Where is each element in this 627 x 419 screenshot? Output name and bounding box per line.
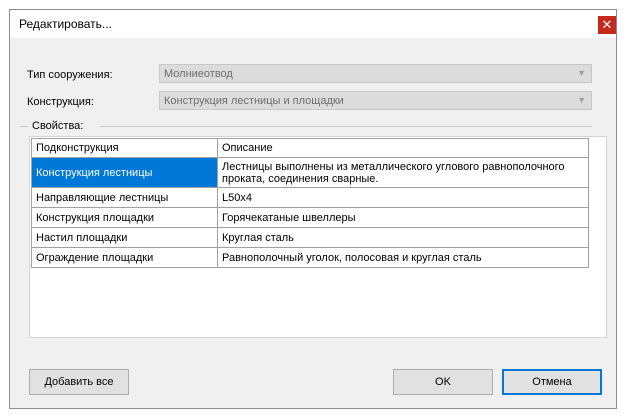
row-name[interactable]: Направляющие лестницы — [31, 187, 218, 208]
add-all-button[interactable]: Добавить все — [29, 369, 129, 395]
construction-select[interactable]: Конструкция лестницы и площадки ▼ — [159, 91, 592, 110]
cancel-button[interactable]: Отмена — [502, 369, 602, 395]
row-description[interactable]: Круглая сталь — [217, 227, 589, 248]
properties-group-label: Свойства: — [32, 120, 84, 132]
ok-button[interactable]: OK — [393, 369, 493, 395]
structure-type-select[interactable]: Молниеотвод ▼ — [159, 64, 592, 83]
table-row[interactable]: Направляющие лестницы L50x4 — [31, 187, 589, 208]
row-description[interactable]: Горячекатаные швеллеры — [217, 207, 589, 228]
row-name[interactable]: Конструкция лестницы — [31, 157, 218, 188]
edit-dialog: Редактировать... ✕ Тип сооружения: Молни… — [9, 9, 617, 409]
table-row[interactable]: Конструкция площадки Горячекатаные швелл… — [31, 207, 589, 228]
chevron-down-icon: ▼ — [577, 68, 586, 78]
construction-value: Конструкция лестницы и площадки — [164, 95, 344, 107]
title-bar: Редактировать... ✕ — [10, 10, 616, 38]
properties-grid: Подконструкция Описание Конструкция лест… — [29, 136, 607, 338]
row-description[interactable]: L50x4 — [217, 187, 589, 208]
table-row[interactable]: Ограждение площадки Равнополочный уголок… — [31, 247, 589, 268]
row-description[interactable]: Лестницы выполнены из металлического угл… — [217, 157, 589, 188]
group-divider-left — [20, 126, 28, 127]
table-row[interactable]: Конструкция лестницы Лестницы выполнены … — [31, 157, 589, 188]
close-icon: ✕ — [601, 17, 613, 32]
table-row[interactable]: Настил площадки Круглая сталь — [31, 227, 589, 248]
close-button[interactable]: ✕ — [598, 16, 616, 34]
table-header: Подконструкция Описание — [31, 138, 589, 158]
column-header-description[interactable]: Описание — [217, 138, 589, 158]
row-name[interactable]: Настил площадки — [31, 227, 218, 248]
row-name[interactable]: Конструкция площадки — [31, 207, 218, 228]
structure-type-value: Молниеотвод — [164, 68, 233, 80]
construction-label: Конструкция: — [27, 96, 94, 108]
chevron-down-icon: ▼ — [577, 95, 586, 105]
group-divider-right — [100, 126, 592, 127]
row-name[interactable]: Ограждение площадки — [31, 247, 218, 268]
properties-table: Подконструкция Описание Конструкция лест… — [31, 138, 589, 268]
row-description[interactable]: Равнополочный уголок, полосовая и кругла… — [217, 247, 589, 268]
column-header-subconstruction[interactable]: Подконструкция — [31, 138, 218, 158]
dialog-title: Редактировать... — [19, 17, 112, 31]
structure-type-label: Тип сооружения: — [27, 69, 113, 81]
